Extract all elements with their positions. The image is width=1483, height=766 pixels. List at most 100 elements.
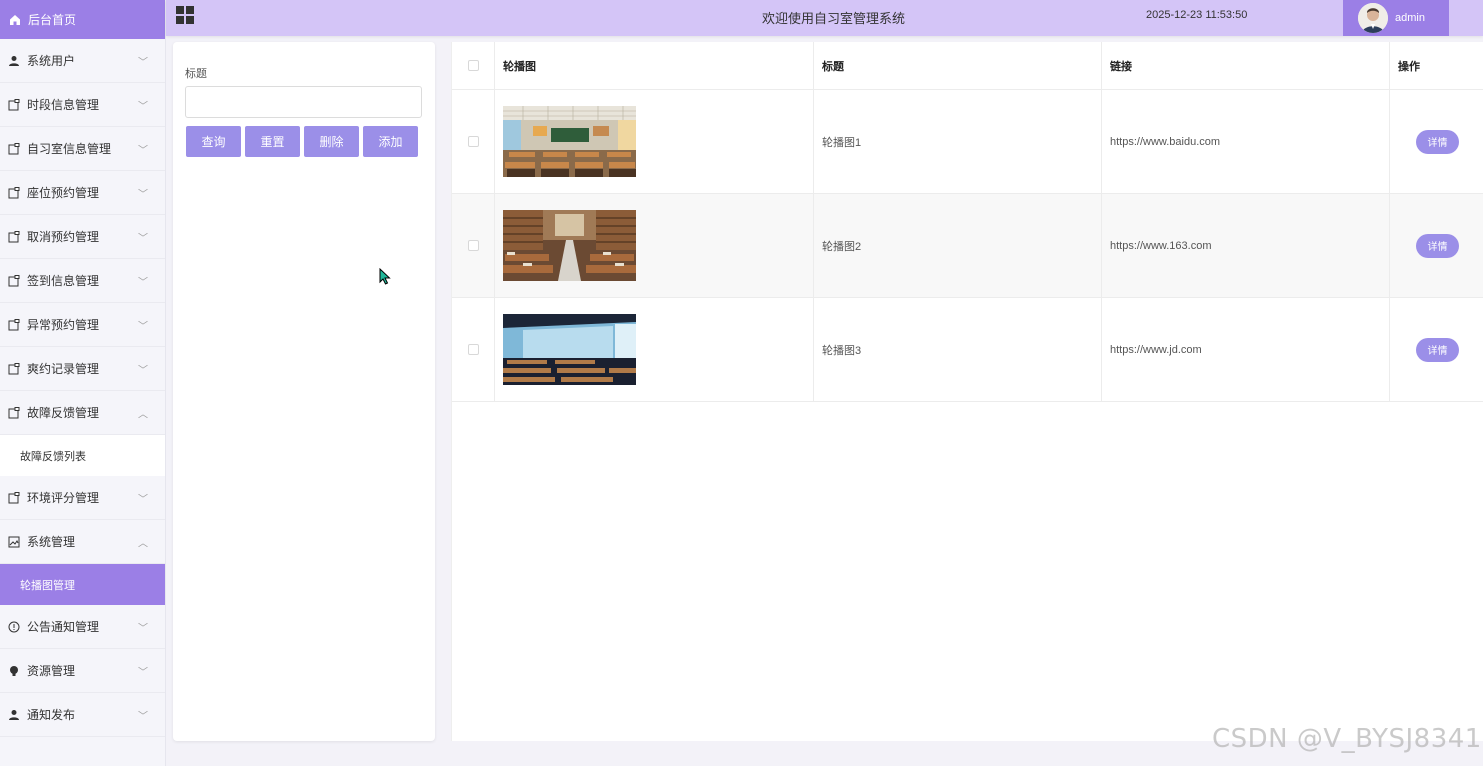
chevron-down-icon: ﹀ xyxy=(138,277,148,288)
detail-button[interactable]: 详情 xyxy=(1416,129,1459,154)
sidebar-item-system-management[interactable]: 系统管理 ︿ xyxy=(0,520,165,564)
sidebar-item-system-users[interactable]: 系统用户 ﹀ xyxy=(0,39,165,83)
title-cell: 轮播图2 xyxy=(814,194,1102,297)
info-icon xyxy=(8,621,20,633)
table-row: 轮播图3 https://www.jd.com 详情 xyxy=(452,298,1483,402)
title-cell: 轮播图1 xyxy=(814,90,1102,193)
sidebar-item-label: 自习室信息管理 xyxy=(27,142,112,156)
delete-button[interactable]: 删除 xyxy=(304,126,359,157)
row-checkbox[interactable] xyxy=(467,240,479,251)
sidebar-item-label: 环境评分管理 xyxy=(27,491,100,505)
folder-icon xyxy=(8,230,20,243)
folder-icon xyxy=(8,142,20,155)
user-menu[interactable]: admin xyxy=(1343,0,1449,36)
row-checkbox[interactable] xyxy=(467,136,479,147)
sidebar-item-label: 资源管理 xyxy=(27,664,76,678)
sidebar-item-label: 系统用户 xyxy=(27,54,76,68)
carousel-thumbnail xyxy=(503,314,636,385)
sidebar-subitem-label: 轮播图管理 xyxy=(20,579,75,592)
image-cell xyxy=(495,194,814,297)
add-button[interactable]: 添加 xyxy=(363,126,418,157)
link-cell: https://www.163.com xyxy=(1102,194,1390,297)
sidebar-item-label: 故障反馈管理 xyxy=(27,406,100,420)
sidebar-item-label: 时段信息管理 xyxy=(27,98,100,112)
chevron-up-icon: ︿ xyxy=(138,538,148,549)
sidebar-home-label: 后台首页 xyxy=(28,13,77,27)
carousel-thumbnail xyxy=(503,106,636,177)
chevron-down-icon: ﹀ xyxy=(138,365,148,376)
row-checkbox[interactable] xyxy=(467,344,479,355)
chevron-down-icon: ﹀ xyxy=(138,189,148,200)
sidebar-item-noshow[interactable]: 爽约记录管理 ﹀ xyxy=(0,347,165,391)
select-all-checkbox[interactable] xyxy=(467,60,479,71)
user-icon xyxy=(8,55,20,67)
folder-icon xyxy=(8,98,20,111)
column-header-title: 标题 xyxy=(814,42,1102,89)
row-select-cell xyxy=(452,90,495,193)
detail-button[interactable]: 详情 xyxy=(1416,233,1459,258)
sidebar-subitem-label: 故障反馈列表 xyxy=(20,450,86,463)
actions-cell: 详情 xyxy=(1390,90,1483,193)
sidebar-item-seat-booking[interactable]: 座位预约管理 ﹀ xyxy=(0,171,165,215)
sidebar-item-label: 签到信息管理 xyxy=(27,274,100,288)
sidebar-item-label: 爽约记录管理 xyxy=(27,362,100,376)
mouse-cursor-icon xyxy=(379,267,391,288)
menu-grid-icon[interactable] xyxy=(176,6,194,24)
sidebar-item-home[interactable]: 后台首页 xyxy=(0,0,165,39)
chevron-up-icon: ︿ xyxy=(138,409,148,420)
chevron-down-icon: ﹀ xyxy=(138,233,148,244)
sidebar-item-label: 取消预约管理 xyxy=(27,230,100,244)
sidebar-item-label: 通知发布 xyxy=(27,708,76,722)
folder-icon xyxy=(8,274,20,287)
home-icon xyxy=(9,14,21,26)
top-header: 欢迎使用自习室管理系统 2025-12-23 11:53:50 admin xyxy=(166,0,1483,36)
actions-cell: 详情 xyxy=(1390,194,1483,297)
reset-button[interactable]: 重置 xyxy=(245,126,300,157)
watermark: CSDN @V_BYSJ8341 xyxy=(1212,724,1482,754)
folder-icon xyxy=(8,318,20,331)
sidebar-item-studyroom[interactable]: 自习室信息管理 ﹀ xyxy=(0,127,165,171)
folder-icon xyxy=(8,406,20,419)
detail-button[interactable]: 详情 xyxy=(1416,337,1459,362)
sidebar-subitem-fault-list[interactable]: 故障反馈列表 xyxy=(0,435,165,476)
sidebar-item-fault-feedback[interactable]: 故障反馈管理 ︿ xyxy=(0,391,165,435)
actions-cell: 详情 xyxy=(1390,298,1483,401)
table-header-row: 轮播图 标题 链接 操作 xyxy=(452,42,1483,90)
sidebar-subitem-carousel[interactable]: 轮播图管理 xyxy=(0,564,165,605)
sidebar-item-cancel-booking[interactable]: 取消预约管理 ﹀ xyxy=(0,215,165,259)
chevron-down-icon: ﹀ xyxy=(138,101,148,112)
folder-icon xyxy=(8,186,20,199)
sidebar-item-announcements[interactable]: 公告通知管理 ﹀ xyxy=(0,605,165,649)
bulb-icon xyxy=(8,665,20,677)
column-header-actions: 操作 xyxy=(1398,60,1420,73)
column-header-link: 链接 xyxy=(1102,42,1390,89)
page-title: 欢迎使用自习室管理系统 xyxy=(762,11,906,26)
title-cell: 轮播图3 xyxy=(814,298,1102,401)
sidebar-item-resources[interactable]: 资源管理 ﹀ xyxy=(0,649,165,693)
sidebar: 后台首页 系统用户 ﹀ 时段信息管理 ﹀ 自习室信息管理 ﹀ 座位预约管理 ﹀ … xyxy=(0,0,166,766)
search-panel: 标题 查询 重置 删除 添加 xyxy=(173,42,435,741)
sidebar-item-abnormal-booking[interactable]: 异常预约管理 ﹀ xyxy=(0,303,165,347)
table-row: 轮播图2 https://www.163.com 详情 xyxy=(452,194,1483,298)
query-button[interactable]: 查询 xyxy=(186,126,241,157)
sidebar-item-environment-rating[interactable]: 环境评分管理 ﹀ xyxy=(0,476,165,520)
sidebar-item-label: 公告通知管理 xyxy=(27,620,100,634)
chevron-down-icon: ﹀ xyxy=(138,145,148,156)
sidebar-item-label: 座位预约管理 xyxy=(27,186,100,200)
title-search-input[interactable] xyxy=(185,86,422,118)
username-label: admin xyxy=(1395,12,1425,24)
chevron-down-icon: ﹀ xyxy=(138,667,148,678)
select-all-cell xyxy=(452,42,495,89)
image-cell xyxy=(495,90,814,193)
sidebar-item-checkin[interactable]: 签到信息管理 ﹀ xyxy=(0,259,165,303)
sidebar-item-label: 异常预约管理 xyxy=(27,318,100,332)
chevron-down-icon: ﹀ xyxy=(138,494,148,505)
chevron-down-icon: ﹀ xyxy=(138,57,148,68)
chevron-down-icon: ﹀ xyxy=(138,623,148,634)
chevron-down-icon: ﹀ xyxy=(138,711,148,722)
sidebar-item-notification-publish[interactable]: 通知发布 ﹀ xyxy=(0,693,165,737)
link-cell: https://www.jd.com xyxy=(1102,298,1390,401)
folder-icon xyxy=(8,362,20,375)
sidebar-item-timeslot[interactable]: 时段信息管理 ﹀ xyxy=(0,83,165,127)
datetime-display: 2025-12-23 11:53:50 xyxy=(1146,9,1248,21)
